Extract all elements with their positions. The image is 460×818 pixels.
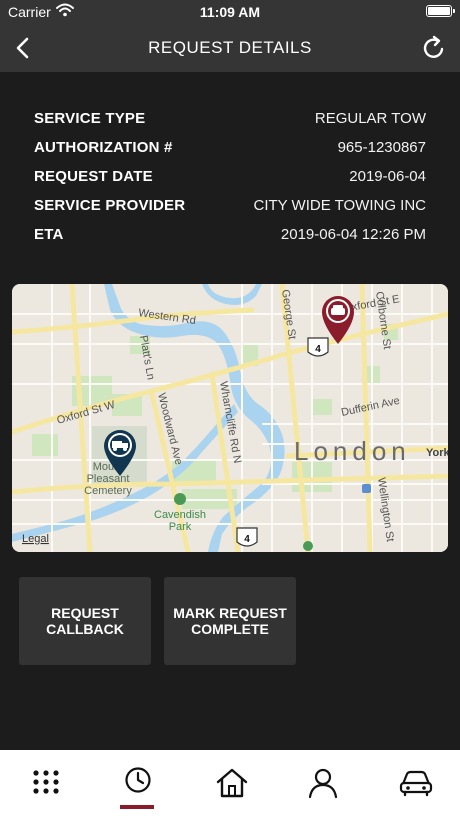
car-icon	[331, 308, 345, 315]
mark-request-complete-label: MARK REQUEST COMPLETE	[173, 605, 287, 637]
detail-value: 2019-06-04 12:26 PM	[280, 226, 426, 243]
detail-label: ETA	[34, 226, 64, 243]
mark-request-complete-button[interactable]: MARK REQUEST COMPLETE	[164, 577, 296, 665]
detail-value: 965-1230867	[337, 139, 426, 156]
page-title: REQUEST DETAILS	[148, 38, 312, 57]
detail-value: REGULAR TOW	[314, 110, 426, 127]
detail-row-authorization: AUTHORIZATION # 965-1230867	[34, 139, 426, 168]
grid-icon	[33, 770, 59, 794]
map-poi-label: Park	[169, 521, 192, 533]
car-icon	[399, 770, 433, 797]
battery-icon	[426, 5, 455, 17]
map-poi-label: Cavendish	[154, 509, 206, 521]
clock-icon	[125, 767, 151, 793]
svg-text:4: 4	[315, 344, 321, 355]
clock-time: 11:09 AM	[199, 4, 261, 20]
map-legal-link[interactable]: Legal	[22, 533, 49, 545]
route-shield-icon: 4	[236, 527, 258, 547]
tab-profile[interactable]	[276, 750, 368, 818]
route-shield-icon: 4	[307, 337, 329, 357]
svg-text:4: 4	[244, 534, 250, 545]
transit-icon	[362, 484, 371, 493]
detail-value: 2019-06-04	[349, 168, 426, 185]
map-city-label: London	[294, 436, 411, 466]
detail-row-service-provider: SERVICE PROVIDER CITY WIDE TOWING INC	[34, 197, 426, 226]
tow-truck-icon	[112, 441, 122, 448]
user-icon	[308, 768, 338, 799]
tab-history[interactable]	[92, 750, 184, 818]
request-callback-button[interactable]: REQUEST CALLBACK	[19, 577, 151, 665]
park-icon	[303, 541, 313, 551]
tab-menu[interactable]	[0, 750, 92, 818]
detail-row-eta: ETA 2019-06-04 12:26 PM	[34, 226, 426, 255]
tab-vehicle[interactable]	[368, 750, 460, 818]
tab-bar	[0, 750, 460, 818]
request-details-list: SERVICE TYPE REGULAR TOW AUTHORIZATION #…	[34, 110, 426, 255]
active-tab-indicator	[120, 805, 154, 809]
map-street-label: York	[426, 447, 448, 459]
park-icon	[174, 493, 186, 505]
detail-label: SERVICE TYPE	[34, 110, 146, 127]
detail-label: AUTHORIZATION #	[34, 139, 173, 156]
nav-bar: REQUEST DETAILS	[0, 24, 460, 72]
refresh-icon[interactable]	[420, 34, 448, 62]
request-callback-label: REQUEST CALLBACK	[46, 605, 124, 637]
detail-label: REQUEST DATE	[34, 168, 153, 185]
detail-row-service-type: SERVICE TYPE REGULAR TOW	[34, 110, 426, 139]
map-poi-label: Cemetery	[84, 485, 132, 497]
map-view[interactable]: Western Rd Platt's Ln Oxford St W Woodwa…	[12, 284, 448, 552]
status-bar: Carrier 11:09 AM	[0, 0, 460, 24]
detail-row-request-date: REQUEST DATE 2019-06-04	[34, 168, 426, 197]
map-poi-label: Pleasant	[87, 473, 130, 485]
detail-label: SERVICE PROVIDER	[34, 197, 186, 214]
detail-value: CITY WIDE TOWING INC	[253, 197, 426, 214]
tab-home[interactable]	[184, 750, 276, 818]
home-icon	[216, 768, 248, 798]
